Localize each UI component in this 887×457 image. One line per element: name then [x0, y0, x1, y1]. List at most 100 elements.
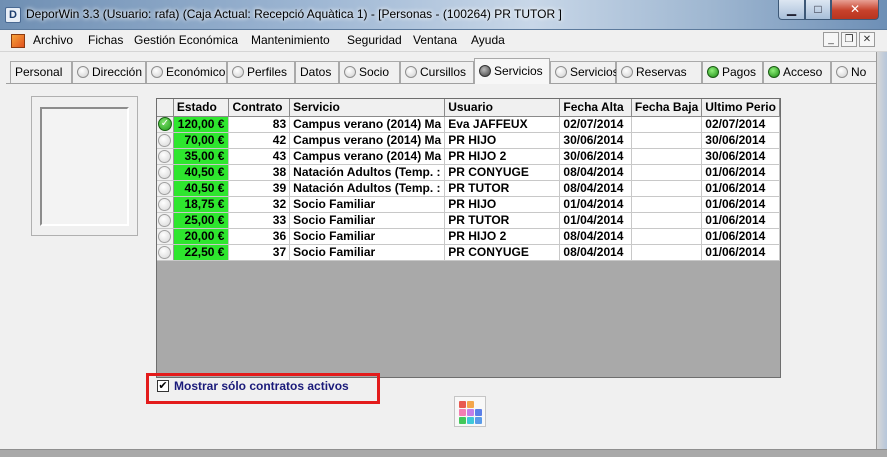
tab-datos-4[interactable]: Datos	[295, 61, 339, 83]
tab-status-icon	[77, 66, 89, 78]
contracts-table: Estado Contrato Servicio Usuario Fecha Alta F…	[157, 99, 780, 261]
cell-contrato: 39	[228, 180, 291, 197]
column-header[interactable]: Fecha Baja	[631, 99, 703, 117]
cell-fecha-baja	[631, 180, 703, 197]
tab-status-icon	[151, 66, 163, 78]
document-icon[interactable]	[11, 34, 25, 48]
close-button[interactable]: ✕	[831, 0, 879, 20]
bottom-strip	[0, 449, 887, 457]
tab-label: Dirección	[92, 65, 143, 79]
tab-socio-5[interactable]: Socio	[339, 61, 400, 83]
cell-ultimo: 01/06/2014	[701, 196, 780, 213]
column-header[interactable]: Estado	[173, 99, 230, 117]
tab-label: Pagos	[722, 65, 757, 79]
photo-placeholder[interactable]	[40, 107, 129, 226]
cell-servicio: Natación Adultos (Temp. :	[289, 164, 446, 181]
table-row[interactable]: 70,00 €42 Campus verano (2014) Ma PR HIJO 3…	[157, 132, 780, 149]
tab-econ-mico-2[interactable]: Económico	[146, 61, 227, 83]
tab-reservas-9[interactable]: Reservas	[616, 61, 702, 83]
tab-acceso-11[interactable]: Acceso	[763, 61, 831, 83]
table-row[interactable]: 20,00 €36 Socio Familiar PR HIJO 2 08/04/20…	[157, 228, 780, 245]
active-contracts-label[interactable]: Mostrar sólo contratos activos	[174, 379, 349, 393]
table-row[interactable]: 35,00 €43 Campus verano (2014) Ma PR HIJO …	[157, 148, 780, 165]
cell-fecha-baja	[631, 228, 703, 245]
tab-status-icon	[232, 66, 244, 78]
radio-icon	[158, 230, 172, 243]
tab-servicios-8[interactable]: Servicios	[550, 61, 619, 83]
table-row[interactable]: 40,50 €38 Natación Adultos (Temp. : PR CON…	[157, 164, 780, 181]
tab-status-icon	[707, 66, 719, 78]
cell-estado: 70,00 €	[173, 132, 230, 149]
cell-fecha-alta: 08/04/2014	[559, 180, 632, 197]
cell-fecha-baja	[631, 196, 703, 213]
cell-fecha-alta: 01/04/2014	[559, 196, 632, 213]
menu-seguridad[interactable]: Seguridad	[347, 33, 402, 47]
tab-status-icon	[479, 65, 491, 77]
minimize-button[interactable]: ▁	[778, 0, 805, 20]
column-header[interactable]: Contrato	[228, 99, 291, 117]
cell-servicio: Campus verano (2014) Ma	[289, 132, 446, 149]
row-indicator	[157, 212, 174, 229]
cell-estado: 120,00 €	[173, 116, 230, 133]
column-header[interactable]: Usuario	[444, 99, 561, 117]
menu-fichas[interactable]: Fichas	[88, 33, 123, 47]
mdi-close-button[interactable]: ✕	[859, 32, 875, 47]
tab-pagos-10[interactable]: Pagos	[702, 61, 763, 83]
active-contracts-checkbox[interactable]: ✔	[157, 380, 169, 392]
menu-ayuda[interactable]: Ayuda	[471, 33, 505, 47]
contracts-grid: Estado Contrato Servicio Usuario Fecha Alta F…	[156, 98, 781, 378]
table-row[interactable]: 25,00 €33 Socio Familiar PR TUTOR 01/04/201…	[157, 212, 780, 229]
cell-contrato: 83	[228, 116, 291, 133]
tab-direcci-n-1[interactable]: Dirección	[72, 61, 146, 83]
table-row[interactable]: 22,50 €37 Socio Familiar PR CONYUGE 08/04/2…	[157, 244, 780, 261]
mdi-minimize-button[interactable]: _	[823, 32, 839, 47]
tab-label: Servicios	[570, 65, 619, 79]
cell-estado: 35,00 €	[173, 148, 230, 165]
cell-estado: 20,00 €	[173, 228, 230, 245]
tab-label: Económico	[166, 65, 226, 79]
tab-strip: Personal Dirección Económico Perfiles Datos S…	[6, 58, 887, 84]
cell-ultimo: 01/06/2014	[701, 164, 780, 181]
cell-contrato: 43	[228, 148, 291, 165]
app-icon: D	[5, 7, 21, 23]
cell-servicio: Socio Familiar	[289, 212, 446, 229]
grid-layout-icon[interactable]	[454, 396, 486, 427]
maximize-button[interactable]: □	[805, 0, 831, 20]
table-row[interactable]: ✓ 120,00 €83 Campus verano (2014) Ma Eva JA…	[157, 116, 780, 133]
cell-servicio: Socio Familiar	[289, 244, 446, 261]
tab-status-icon	[555, 66, 567, 78]
cell-estado: 25,00 €	[173, 212, 230, 229]
photo-frame	[31, 96, 138, 236]
cell-fecha-baja	[631, 212, 703, 229]
column-header[interactable]: Fecha Alta	[559, 99, 632, 117]
tab-personal-0[interactable]: Personal	[10, 61, 72, 83]
cell-usuario: PR HIJO 2	[444, 148, 561, 165]
tab-label: Datos	[300, 65, 332, 79]
tab-no-12[interactable]: No	[831, 61, 881, 83]
table-row[interactable]: 40,50 €39 Natación Adultos (Temp. : PR TUT…	[157, 180, 780, 197]
cell-usuario: PR TUTOR	[444, 212, 561, 229]
mdi-restore-button[interactable]: ❐	[841, 32, 857, 47]
cell-fecha-baja	[631, 244, 703, 261]
cell-fecha-alta: 30/06/2014	[559, 132, 632, 149]
cell-usuario: Eva JAFFEUX	[444, 116, 561, 133]
tab-status-icon	[344, 66, 356, 78]
menu-ventana[interactable]: Ventana	[413, 33, 457, 47]
cell-fecha-alta: 02/07/2014	[559, 116, 632, 133]
cell-ultimo: 01/06/2014	[701, 244, 780, 261]
tab-servicios-7[interactable]: Servicios	[474, 58, 550, 84]
tab-perfiles-3[interactable]: Perfiles	[227, 61, 295, 83]
cell-fecha-baja	[631, 148, 703, 165]
tab-label: Reservas	[636, 65, 687, 79]
menu-archivo[interactable]: Archivo	[33, 33, 73, 47]
table-row[interactable]: 18,75 €32 Socio Familiar PR HIJO 01/04/2014…	[157, 196, 780, 213]
column-header[interactable]: Servicio	[289, 99, 446, 117]
menu-gestion-economica[interactable]: Gestión Económica	[134, 33, 238, 47]
menu-mantenimiento[interactable]: Mantenimiento	[251, 33, 330, 47]
tab-status-icon	[836, 66, 848, 78]
cell-estado: 40,50 €	[173, 164, 230, 181]
radio-icon	[158, 150, 172, 163]
tab-cursillos-6[interactable]: Cursillos	[400, 61, 474, 83]
cell-contrato: 38	[228, 164, 291, 181]
column-header[interactable]: Ultimo Perio	[701, 99, 780, 117]
